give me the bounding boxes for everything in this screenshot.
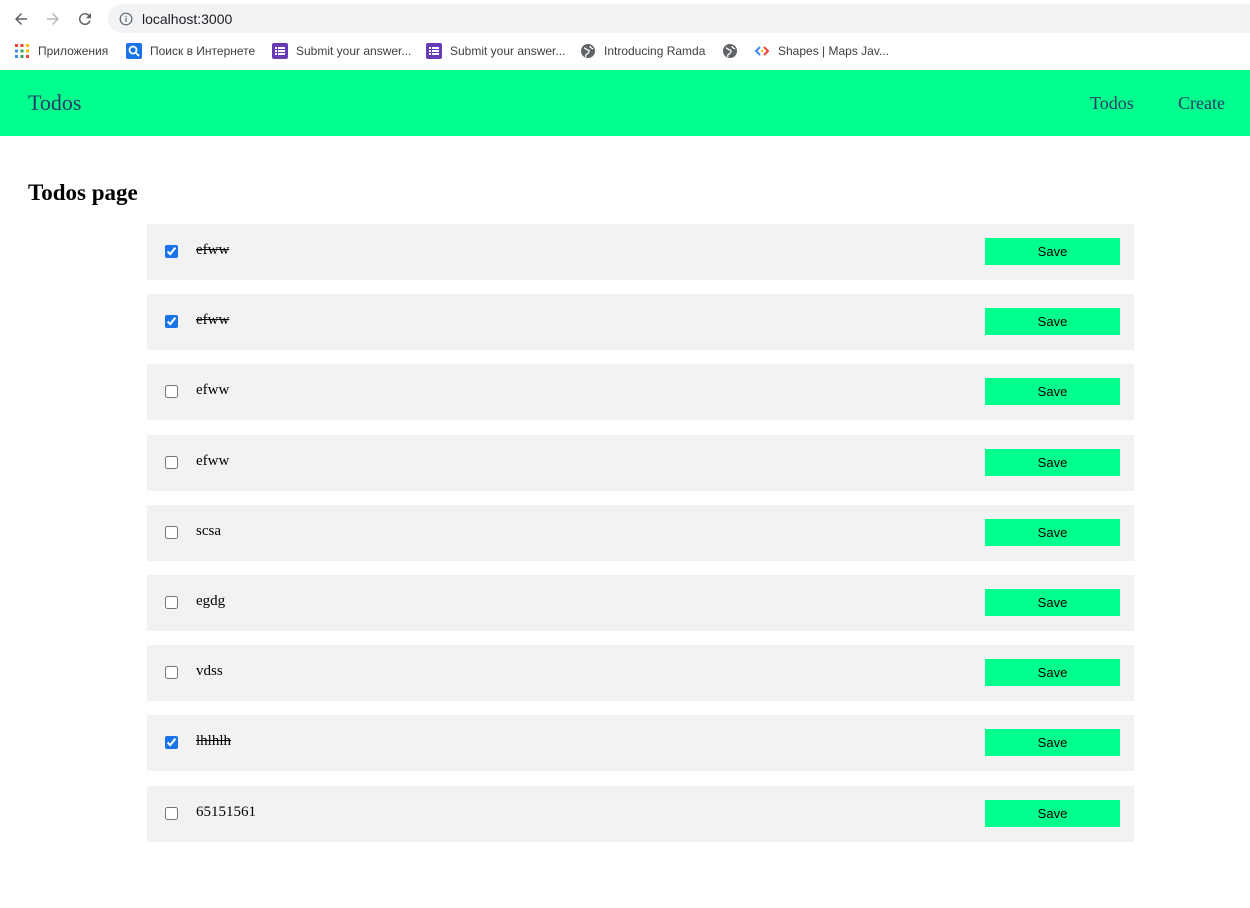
address-bar[interactable]: localhost:3000: [108, 4, 1250, 33]
globe-icon: [723, 44, 737, 58]
bookmark-label: Shapes | Maps Jav...: [778, 44, 889, 58]
bookmark-label: Submit your answer...: [296, 44, 412, 58]
todo-text: vdss: [196, 663, 223, 680]
todo-text: scsa: [196, 522, 221, 539]
apps-grid-icon: [15, 44, 29, 58]
todo-text: efww: [196, 242, 230, 258]
save-button[interactable]: Save: [985, 729, 1120, 757]
forward-button[interactable]: [41, 7, 65, 31]
todo-checkbox[interactable]: [165, 666, 178, 680]
bookmark-label: Приложения: [38, 44, 109, 58]
todo-text: efww: [196, 382, 230, 399]
bookmark-form-2[interactable]: Submit your answer...: [426, 38, 565, 64]
todo-text: 65151561: [196, 803, 256, 820]
browser-toolbar: localhost:3000: [0, 0, 1250, 38]
globe-icon: [581, 44, 595, 58]
back-button[interactable]: [9, 7, 33, 31]
todo-checkbox[interactable]: [165, 245, 178, 258]
save-button[interactable]: Save: [985, 518, 1120, 546]
nav-link-create[interactable]: Create: [1178, 93, 1225, 114]
todo-text: egdg: [196, 592, 226, 609]
save-button[interactable]: Save: [985, 378, 1120, 406]
form-icon: [426, 43, 442, 59]
bookmark-shapes[interactable]: Shapes | Maps Jav...: [754, 38, 889, 64]
url-text: localhost:3000: [142, 10, 233, 27]
bookmark-apps[interactable]: Приложения: [14, 38, 108, 64]
bookmark-ramda[interactable]: Introducing Ramda: [580, 38, 705, 64]
todo-checkbox[interactable]: [165, 455, 178, 469]
todo-item: scsa Save: [147, 504, 1134, 561]
todo-checkbox[interactable]: [165, 595, 178, 609]
code-icon: [754, 46, 770, 56]
save-button[interactable]: Save: [985, 799, 1120, 827]
save-button[interactable]: Save: [985, 588, 1120, 616]
save-button[interactable]: Save: [985, 238, 1120, 265]
reload-button[interactable]: [73, 7, 97, 31]
todo-checkbox[interactable]: [165, 525, 178, 539]
todo-item: lhlhlh Save: [147, 715, 1134, 772]
todo-list: efww Save efww Save efww Save efww Save …: [147, 224, 1134, 856]
todo-item: egdg Save: [147, 574, 1134, 631]
todo-item: efww Save: [147, 364, 1134, 421]
nav-link-todos[interactable]: Todos: [1090, 93, 1134, 114]
bookmark-label: Submit your answer...: [450, 44, 566, 58]
todo-text: efww: [196, 452, 230, 469]
todo-item: efww Save: [147, 294, 1134, 351]
arrow-left-icon: [15, 13, 27, 25]
todo-checkbox[interactable]: [165, 736, 178, 750]
bookmark-label: Поиск в Интернете: [150, 44, 256, 58]
form-icon: [272, 43, 288, 59]
todo-item: efww Save: [147, 224, 1134, 280]
arrow-right-icon: [47, 13, 59, 25]
todo-item: 65151561 Save: [147, 785, 1134, 842]
bookmark-form-1[interactable]: Submit your answer...: [272, 38, 411, 64]
todo-item: efww Save: [147, 434, 1134, 491]
save-button[interactable]: Save: [985, 448, 1120, 476]
todo-text: lhlhlh: [196, 733, 232, 750]
bookmark-search[interactable]: Поиск в Интернете: [126, 38, 255, 64]
todo-checkbox[interactable]: [165, 385, 178, 399]
info-icon[interactable]: [119, 12, 133, 26]
reload-icon: [78, 13, 91, 26]
todo-text: efww: [196, 312, 230, 329]
search-icon: [126, 43, 142, 59]
todo-checkbox[interactable]: [165, 806, 178, 820]
todo-item: vdss Save: [147, 645, 1134, 702]
bookmark-globe[interactable]: [722, 38, 746, 64]
save-button[interactable]: Save: [985, 308, 1120, 336]
brand-logo[interactable]: Todos: [28, 90, 81, 116]
todo-checkbox[interactable]: [165, 315, 178, 329]
page-title: Todos page: [28, 180, 138, 205]
bookmarks-bar: Приложения Поиск в Интернете Submit your…: [0, 38, 1250, 70]
bookmark-label: Introducing Ramda: [604, 44, 706, 58]
app-header: Todos Todos Create: [0, 70, 1250, 136]
save-button[interactable]: Save: [985, 659, 1120, 687]
